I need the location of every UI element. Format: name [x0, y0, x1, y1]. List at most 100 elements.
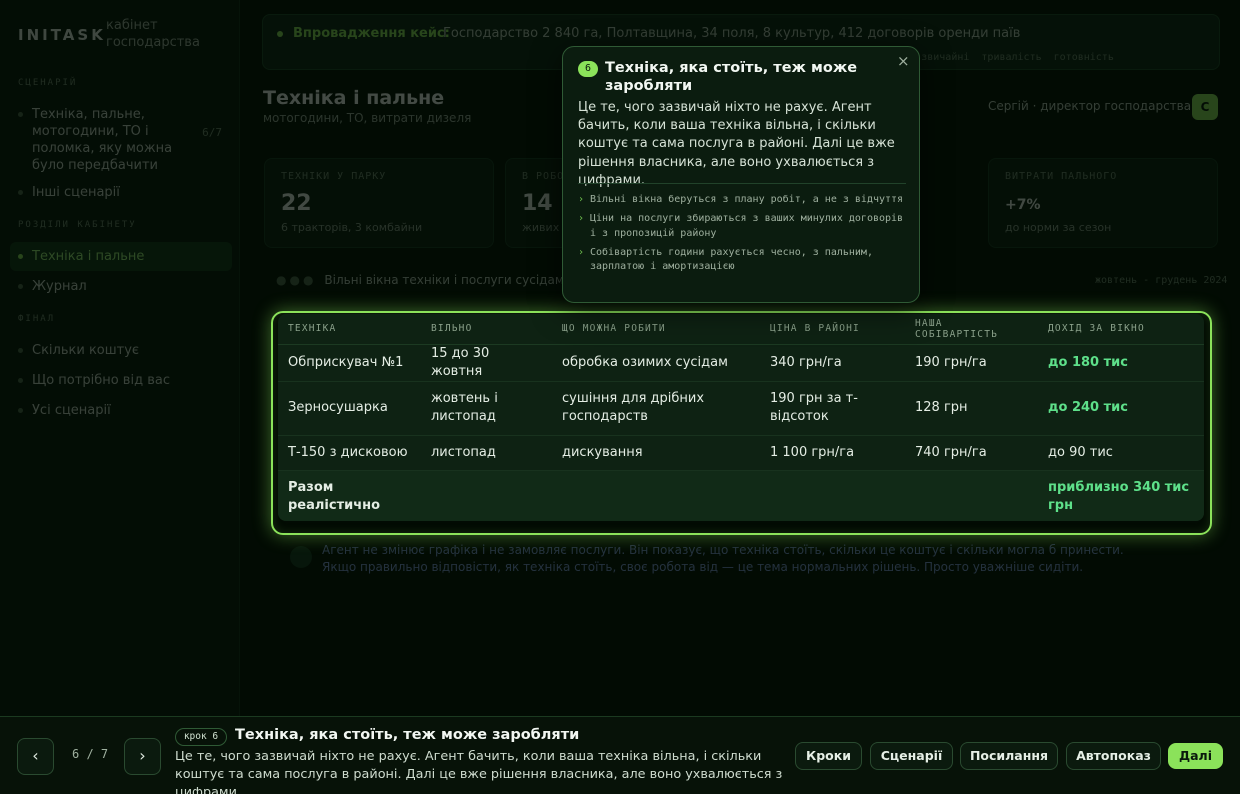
scenarios-button[interactable]: Сценарії: [870, 742, 953, 770]
avatar[interactable]: С: [1192, 94, 1218, 120]
step-badge: крок 6: [175, 728, 227, 746]
table-row: Зерносушарка жовтень і листопад сушіння …: [278, 381, 1204, 436]
brand-subtitle: кабінет господарства: [106, 18, 200, 50]
sidebar-section-cabinet: РОЗДІЛИ КАБІНЕТУ: [18, 220, 137, 230]
column-header: НАША СОБІВАРТІСТЬ: [905, 314, 1038, 345]
prev-step-button[interactable]: ‹: [17, 738, 54, 775]
bullet-icon: [18, 190, 23, 195]
brand-logo: INITASK: [18, 26, 106, 44]
table-cell: 190 грн/га: [905, 344, 1038, 382]
table-cell: 340 грн/га: [760, 344, 905, 382]
step-description: Це те, чого зазвичай ніхто не рахує. Аге…: [175, 749, 783, 794]
table-cell: Обприскувач №1: [278, 344, 421, 382]
table-cell: Т-150 з дисковою: [278, 435, 421, 471]
machinery-windows-table: ТЕХНІКА ВІЛЬНО ЩО МОЖНА РОБИТИ ЦІНА В РА…: [278, 314, 1204, 521]
data-table: ТЕХНІКА ВІЛЬНО ЩО МОЖНА РОБИТИ ЦІНА В РА…: [278, 314, 1204, 521]
list-item: Ціни на послуги збираються з ваших минул…: [578, 212, 908, 241]
column-header: ЩО МОЖНА РОБИТИ: [552, 314, 760, 345]
scenario-label: Впровадження кейс:: [293, 26, 450, 41]
stat-note: 6 тракторів, 3 комбайни: [281, 221, 423, 234]
column-header: ЦІНА В РАЙОНІ: [760, 314, 905, 345]
table-cell: [905, 470, 1038, 521]
sidebar-item-label: Журнал: [32, 279, 87, 294]
column-header: ВІЛЬНО: [421, 314, 552, 345]
sidebar-item-label: Інші сценарії: [32, 185, 120, 200]
total-label: Разом реалістично: [278, 470, 421, 521]
sidebar-item-label: Скільки коштує: [32, 343, 140, 358]
stat-card: ТЕХНІКИ У ПАРКУ 22 6 тракторів, 3 комбай…: [264, 158, 494, 248]
sidebar-item-label: Техніка, пальне, мотогодини, ТО і поломк…: [32, 107, 173, 173]
table-header-row: ТЕХНІКА ВІЛЬНО ЩО МОЖНА РОБИТИ ЦІНА В РА…: [278, 314, 1204, 345]
sidebar-item-other-scenarios[interactable]: Інші сценарії: [10, 178, 232, 207]
sidebar-item-label: Техніка і пальне: [32, 249, 145, 264]
info-icon: [290, 546, 312, 568]
scenario-text: Господарство 2 840 га, Полтавщина, 34 по…: [443, 26, 1021, 41]
tour-bar: ‹ 6 / 7 › крок 6 Техніка, яка стоїть, те…: [0, 716, 1240, 794]
table-cell: [421, 470, 552, 521]
sidebar: INITASK кабінет господарства СЦЕНАРІЙ Те…: [0, 0, 240, 716]
steps-button[interactable]: Кроки: [795, 742, 862, 770]
stat-label: ВИТРАТИ ПАЛЬНОГО: [1005, 171, 1118, 182]
table-cell: 190 грн за т-відсоток: [760, 381, 905, 436]
tour-popover: 6 Техніка, яка стоїть, теж може зароблят…: [562, 46, 920, 303]
table-cell: дискування: [552, 435, 760, 471]
stat-value: 14: [522, 191, 553, 216]
sidebar-item-all-scenarios[interactable]: Усі сценарії: [10, 396, 232, 425]
table-cell: [760, 470, 905, 521]
sidebar-item-machinery[interactable]: Техніка і пальне: [10, 242, 232, 271]
divider: [578, 183, 906, 184]
step-number-badge: 6: [578, 61, 598, 77]
agent-note: Агент не змінює графіка і не замовляє по…: [276, 538, 1206, 590]
table-cell: листопад: [421, 435, 552, 471]
sidebar-section-scenario: СЦЕНАРІЙ: [18, 78, 78, 88]
bullet-icon: [18, 284, 23, 289]
table-cell: обробка озимих сусідам: [552, 344, 760, 382]
table-cell: 15 до 30 жовтня: [421, 344, 552, 382]
popover-body: Це те, чого зазвичай ніхто не рахує. Аге…: [578, 100, 895, 188]
total-value: приблизно 340 тис грн: [1038, 470, 1204, 521]
stat-note: живих: [522, 221, 560, 234]
next-button[interactable]: Далі: [1168, 743, 1223, 769]
income-cell: до 240 тис: [1038, 381, 1204, 436]
sidebar-item-requirements[interactable]: Що потрібно від вас: [10, 366, 232, 395]
table-row: Т-150 з дисковою листопад дискування 1 1…: [278, 435, 1204, 471]
popover-bullet-list: Вільні вікна беруться з плану робіт, а н…: [578, 193, 908, 279]
panel-title-text: Вільні вікна техніки і послуги сусідам: [324, 273, 564, 287]
sidebar-item-current-scenario[interactable]: Техніка, пальне, мотогодини, ТО і поломк…: [10, 100, 232, 180]
bullet-icon: [18, 408, 23, 413]
next-step-button[interactable]: ›: [124, 738, 161, 775]
bullet-icon: [18, 112, 23, 117]
table-total-row: Разом реалістично приблизно 340 тис грн: [278, 470, 1204, 521]
page-title: Техніка і пальне: [263, 87, 445, 109]
table-cell: сушіння для дрібних господарств: [552, 381, 760, 436]
table-cell: жовтень і листопад: [421, 381, 552, 436]
column-header: ДОХІД ЗА ВІКНО: [1038, 314, 1204, 345]
step-counter: 6 / 7: [72, 747, 109, 761]
sidebar-item-cost[interactable]: Скільки коштує: [10, 336, 232, 365]
table-cell: Зерносушарка: [278, 381, 421, 436]
stat-value: 22: [281, 191, 312, 216]
bullet-icon: [18, 378, 23, 383]
table-cell: [552, 470, 760, 521]
income-cell: до 90 тис: [1038, 435, 1204, 471]
stat-note: до норми за сезон: [1005, 221, 1112, 234]
stat-value: +7%: [1005, 197, 1041, 213]
window-dots-icon: ●●●: [276, 273, 317, 287]
autoplay-button[interactable]: Автопоказ: [1066, 742, 1161, 770]
stat-label: ТЕХНІКИ У ПАРКУ: [281, 171, 387, 182]
list-item: Вільні вікна беруться з плану робіт, а н…: [578, 193, 908, 208]
scenario-count: 6/7: [202, 126, 222, 139]
panel-date: жовтень - грудень 2024: [1095, 275, 1228, 286]
panel-title: ●●● Вільні вікна техніки і послуги сусіда…: [276, 273, 564, 287]
bullet-icon: [18, 348, 23, 353]
status-dot-icon: [277, 31, 283, 37]
user-name: Сергій · директор господарства: [988, 99, 1192, 113]
table-cell: 1 100 грн/га: [760, 435, 905, 471]
table-cell: 740 грн/га: [905, 435, 1038, 471]
close-icon[interactable]: ×: [897, 52, 910, 70]
page-subtitle: мотогодини, ТО, витрати дизеля: [263, 111, 472, 125]
links-button[interactable]: Посилання: [960, 742, 1058, 770]
sidebar-item-journal[interactable]: Журнал: [10, 272, 232, 301]
agent-note-text: Агент не змінює графіка і не замовляє по…: [322, 543, 1124, 574]
table-cell: 128 грн: [905, 381, 1038, 436]
